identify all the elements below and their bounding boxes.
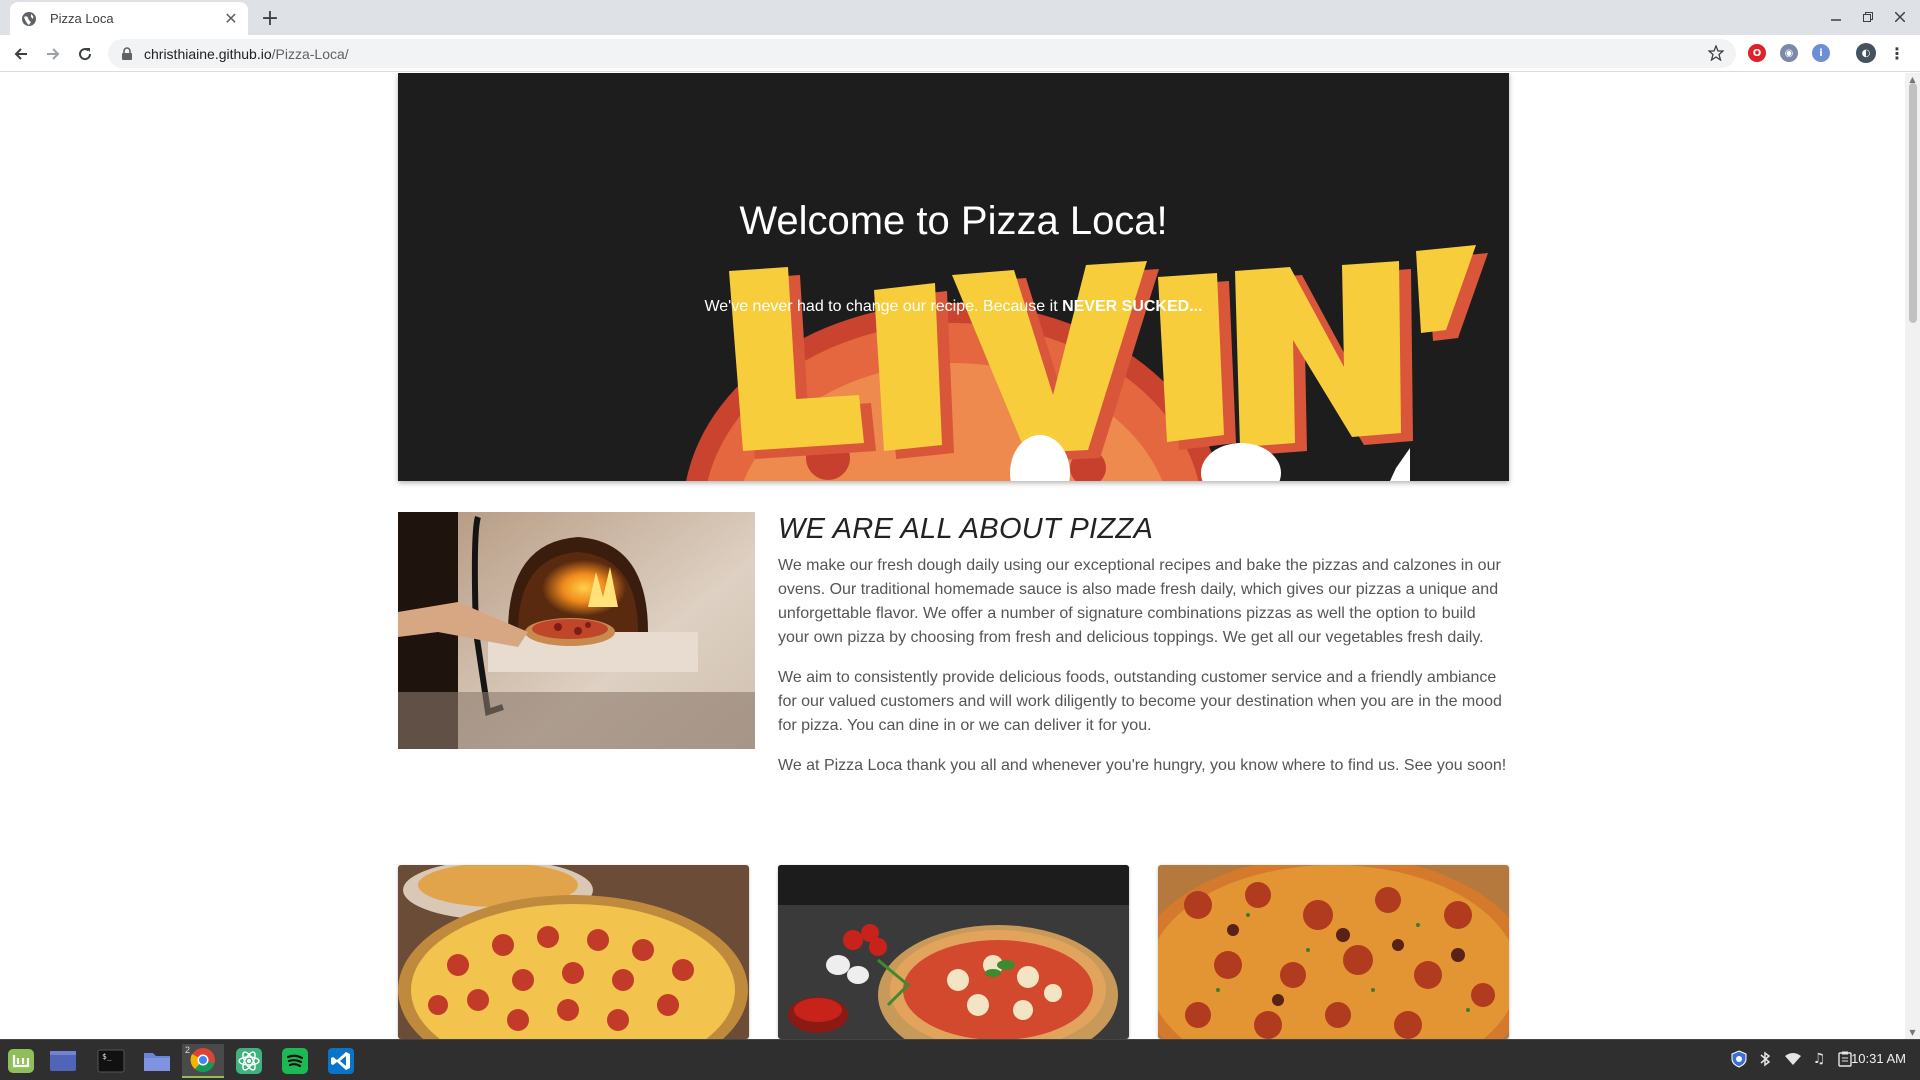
browser-tabstrip: Pizza Loca ✕ + bbox=[0, 0, 1920, 35]
url-path: /Pizza-Loca/ bbox=[271, 45, 349, 62]
opera-extension-icon[interactable]: O bbox=[1748, 44, 1766, 62]
hero-subtitle-emphasis: NEVER SUCKED... bbox=[1062, 298, 1203, 315]
url-text: christhiaine.github.io/Pizza-Loca/ bbox=[144, 46, 349, 62]
page-viewport: Welcome to Pizza Loca! We've never had t… bbox=[0, 73, 1920, 1039]
restore-icon[interactable] bbox=[1852, 4, 1884, 30]
supreme-pizza-image bbox=[1158, 865, 1509, 1039]
wifi-icon[interactable] bbox=[1784, 1050, 1802, 1068]
shield-icon[interactable] bbox=[1730, 1050, 1748, 1068]
terminal-icon[interactable]: $_ bbox=[90, 1044, 132, 1078]
reload-icon[interactable] bbox=[71, 40, 99, 68]
info-extension-icon[interactable]: i bbox=[1812, 44, 1830, 62]
show-desktop-icon[interactable] bbox=[42, 1044, 84, 1078]
hero-title: Welcome to Pizza Loca! bbox=[739, 199, 1168, 243]
page-scrollbar[interactable]: ▲ ▼ bbox=[1905, 73, 1920, 1039]
address-bar[interactable]: christhiaine.github.io/Pizza-Loca/ bbox=[108, 39, 1736, 68]
music-note-icon[interactable]: ♫ bbox=[1810, 1050, 1828, 1068]
mint-menu-icon[interactable] bbox=[0, 1044, 42, 1078]
about-paragraph: We make our fresh dough daily using our … bbox=[778, 557, 1501, 646]
new-tab-button[interactable]: + bbox=[257, 5, 283, 31]
lock-icon bbox=[122, 46, 132, 60]
about-heading: WE ARE ALL ABOUT PIZZA bbox=[778, 513, 1154, 545]
menu-kebab-icon[interactable]: ⋮ bbox=[1888, 44, 1906, 63]
chrome-window-count: 2 bbox=[185, 1045, 191, 1055]
minimize-icon[interactable] bbox=[1820, 4, 1852, 30]
globe-icon bbox=[22, 11, 36, 26]
forward-icon[interactable] bbox=[39, 40, 67, 68]
bookmark-star-icon[interactable] bbox=[1708, 45, 1724, 61]
taskbar-clock[interactable]: 10:31 AM bbox=[1851, 1051, 1906, 1066]
tab-pizza-loca[interactable]: Pizza Loca ✕ bbox=[10, 2, 248, 35]
back-icon[interactable] bbox=[7, 40, 35, 68]
bluetooth-icon[interactable] bbox=[1756, 1050, 1774, 1068]
atom-editor-icon[interactable] bbox=[228, 1044, 270, 1078]
vscode-icon[interactable] bbox=[320, 1044, 362, 1078]
svg-text:$_: $_ bbox=[102, 1052, 112, 1061]
livin-pizza-art bbox=[686, 245, 1488, 481]
close-tab-icon[interactable]: ✕ bbox=[220, 8, 242, 30]
browser-toolbar: christhiaine.github.io/Pizza-Loca/ O ◉ i… bbox=[0, 35, 1920, 72]
close-window-icon[interactable] bbox=[1884, 4, 1916, 30]
pizza-oven-image bbox=[398, 512, 755, 749]
hero-banner: Welcome to Pizza Loca! We've never had t… bbox=[398, 73, 1509, 481]
scroll-down-icon[interactable]: ▼ bbox=[1908, 1028, 1917, 1037]
profile-avatar-icon[interactable]: ◐ bbox=[1856, 43, 1876, 63]
margherita-pizza-image bbox=[778, 865, 1129, 1039]
scroll-thumb[interactable] bbox=[1909, 83, 1917, 323]
chrome-taskbar-icon[interactable]: 2 bbox=[182, 1044, 224, 1078]
files-folder-icon[interactable] bbox=[136, 1044, 178, 1078]
extension-icon[interactable]: ◉ bbox=[1780, 44, 1798, 62]
spotify-icon[interactable] bbox=[274, 1044, 316, 1078]
about-section: WE ARE ALL ABOUT PIZZA We make our fresh… bbox=[778, 513, 1509, 794]
about-paragraph: We at Pizza Loca thank you all and whene… bbox=[778, 757, 1507, 774]
hero-subtitle: We've never had to change our recipe. Be… bbox=[398, 298, 1509, 316]
tab-title: Pizza Loca bbox=[50, 11, 114, 26]
os-taskbar: $_ 2 ♫ 10:31 AM bbox=[0, 1039, 1920, 1080]
about-paragraph: We aim to consistently provide delicious… bbox=[778, 669, 1502, 734]
hero-subtitle-text: We've never had to change our recipe. Be… bbox=[704, 298, 1063, 315]
pepperoni-pizza-image bbox=[398, 865, 749, 1039]
url-host: christhiaine.github.io bbox=[144, 45, 272, 62]
